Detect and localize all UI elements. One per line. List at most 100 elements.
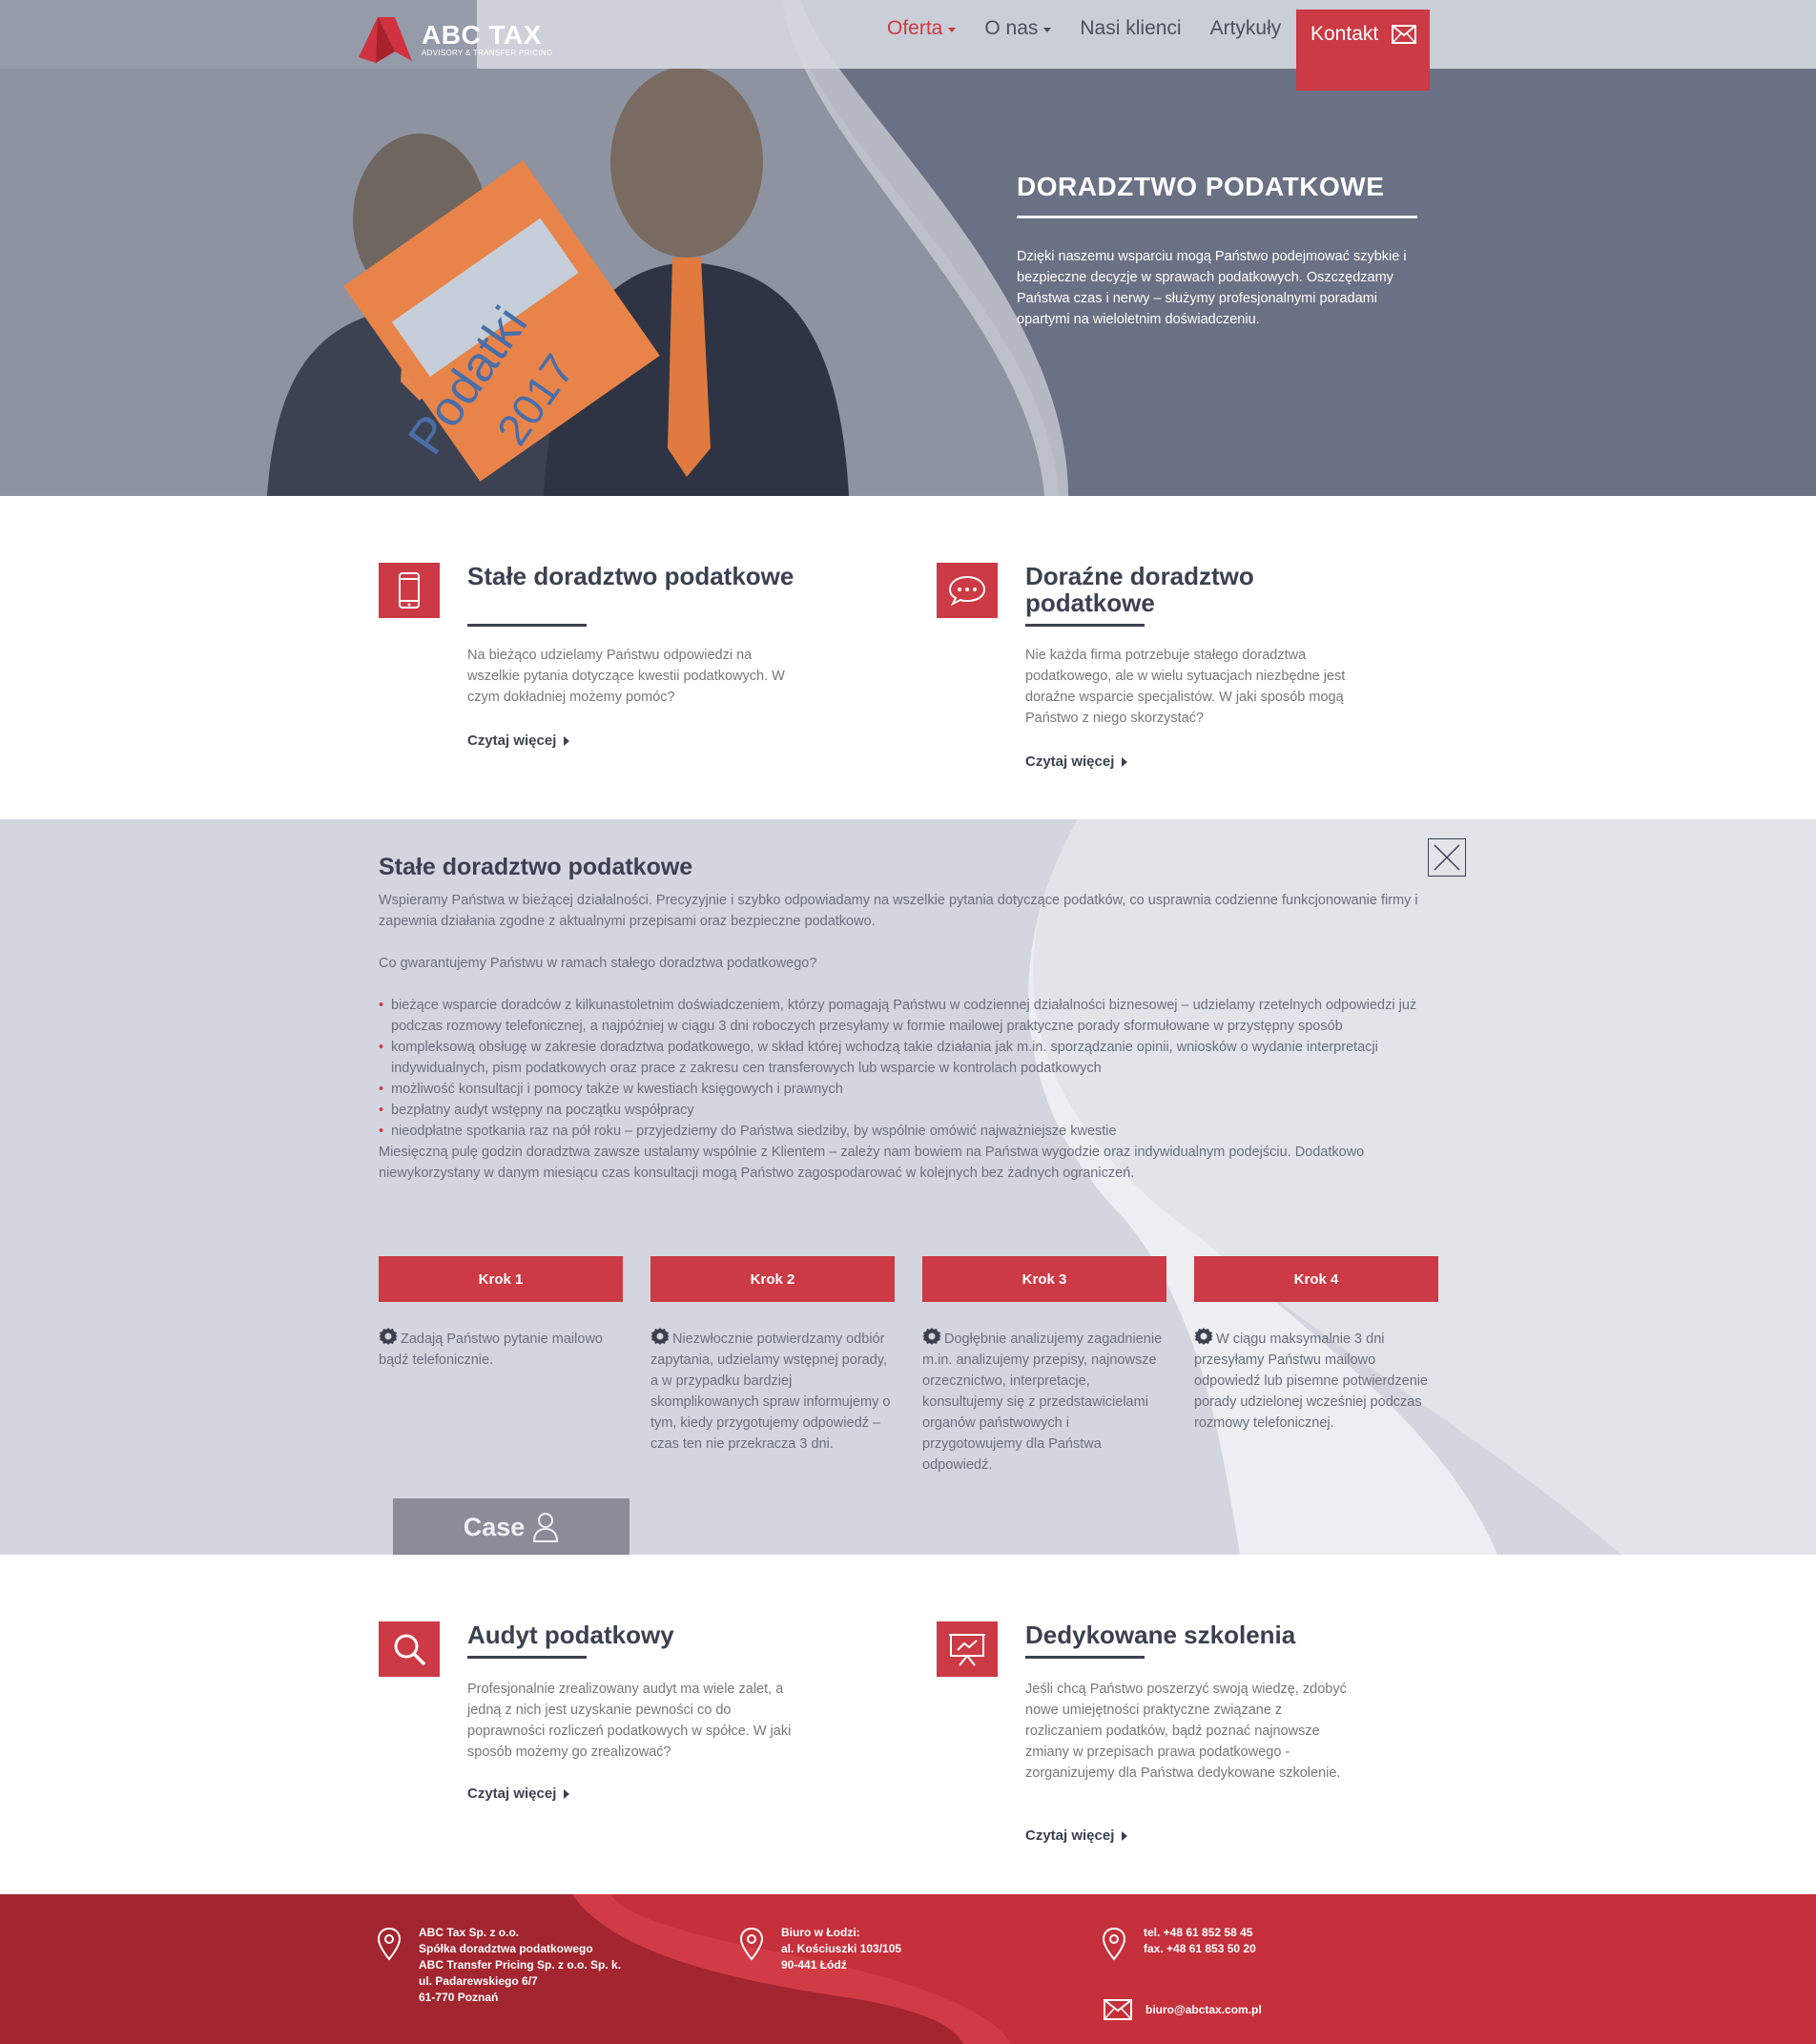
gear-icon: [650, 1328, 670, 1345]
read-more-link[interactable]: Czytaj więcej: [1025, 754, 1128, 770]
arrow-right-icon: [564, 735, 570, 746]
nav-item-label: Nasi klienci: [1080, 17, 1182, 39]
gear-icon: [1194, 1328, 1213, 1345]
nav-item-artykuly[interactable]: Artykuły: [1210, 17, 1282, 40]
chat-bubble-icon: [937, 563, 998, 618]
panel-question: Co gwarantujemy Państwu w ramach stałego…: [379, 956, 817, 971]
company-line: ABC Transfer Pricing Sp. z o.o. Sp. k.: [419, 1958, 622, 1972]
read-more-link[interactable]: Czytaj więcej: [467, 1786, 570, 1802]
nav-item-label: Artykuły: [1209, 17, 1282, 39]
close-icon: [1434, 844, 1460, 871]
menu: Oferta O nas Nasi klienci Artykuły: [887, 17, 1310, 40]
list-item: kompleksową obsługę w zakresie doradztwa…: [379, 1037, 1437, 1079]
read-more-label: Czytaj więcej: [1025, 1827, 1115, 1844]
footer-email[interactable]: biuro@abctax.com.pl: [1104, 1999, 1262, 2020]
hero-description: Dzięki naszemu wsparciu mogą Państwo pod…: [1017, 249, 1407, 327]
chevron-down-icon: [1043, 27, 1052, 32]
panel-title: Stałe doradztwo podatkowe: [379, 854, 693, 880]
service-details-panel: Stałe doradztwo podatkowe Wspieramy Pańs…: [0, 819, 1816, 1555]
hero-title-underline: [1017, 216, 1417, 218]
company-line: Spółka doradztwa podatkowego: [419, 1942, 593, 1955]
step-3: Krok 3 Dogłębnie analizujemy zagadnienie…: [922, 1256, 1166, 1476]
phone-line[interactable]: tel. +48 61 852 58 45: [1144, 1925, 1256, 1941]
list-item: bieżące wsparcie doradców z kilkunastole…: [379, 995, 1437, 1037]
read-more-link[interactable]: Czytaj więcej: [467, 733, 570, 749]
service-title: Stałe doradztwo podatkowe: [467, 562, 794, 590]
company-line: 61-770 Poznań: [419, 1991, 499, 2004]
company-address: ABC Tax Sp. z o.o. Spółka doradztwa poda…: [419, 1925, 621, 2006]
office-line: 90-441 Łódź: [781, 1958, 847, 1972]
hero-photo: Podatki 2017: [0, 0, 1816, 496]
step-1: Krok 1 Zadają Państwo pytanie mailowo bą…: [379, 1256, 623, 1371]
nav-item-label: O nas: [984, 17, 1039, 39]
step-4: Krok 4 W ciągu maksymalnie 3 dni przesył…: [1194, 1256, 1438, 1434]
read-more-label: Czytaj więcej: [467, 1786, 557, 1802]
office-line: al. Kościuszki 103/105: [781, 1942, 902, 1955]
step-description: Niezwłocznie potwierdzamy odbiór zapytan…: [650, 1332, 891, 1452]
list-item: nieodpłatne spotkania raz na pół roku – …: [379, 1121, 1437, 1142]
nav-item-oferta[interactable]: Oferta: [887, 17, 957, 40]
step-header[interactable]: Krok 4: [1194, 1256, 1438, 1302]
phone-icon: [379, 563, 440, 618]
read-more-label: Czytaj więcej: [1025, 754, 1115, 770]
presentation-board-icon: [937, 1621, 998, 1677]
step-description: Dogłębnie analizujemy zagadnienie m.in. …: [922, 1332, 1163, 1473]
step-text: Niezwłocznie potwierdzamy odbiór zapytan…: [650, 1327, 895, 1455]
phone-numbers: tel. +48 61 852 58 45 fax. +48 61 853 50…: [1144, 1925, 1256, 1961]
read-more-label: Czytaj więcej: [467, 733, 557, 749]
close-button[interactable]: [1428, 838, 1466, 877]
arrow-right-icon: [564, 1788, 570, 1799]
magnifier-icon: [379, 1621, 440, 1677]
arrow-right-icon: [1122, 756, 1128, 767]
title-underline: [1025, 1656, 1145, 1659]
read-more-link[interactable]: Czytaj więcej: [1025, 1827, 1128, 1844]
email-address: biuro@abctax.com.pl: [1145, 2002, 1262, 2016]
footer-company: ABC Tax Sp. z o.o. Spółka doradztwa poda…: [377, 1925, 621, 2006]
step-header[interactable]: Krok 2: [650, 1256, 895, 1302]
panel-outro: Miesięczną pulę godzin doradztwa zawsze …: [379, 1145, 1365, 1181]
envelope-icon: [1392, 25, 1417, 44]
step-2: Krok 2 Niezwłocznie potwierdzamy odbiór …: [650, 1256, 895, 1455]
panel-body: Wspieramy Państwa w bieżącej działalnośc…: [379, 890, 1437, 1184]
brand-name: ABC TAX: [422, 20, 542, 50]
contact-button[interactable]: Kontakt: [1296, 10, 1430, 91]
location-pin-icon: [739, 1927, 764, 1961]
nav-item-label: Oferta: [887, 17, 943, 39]
step-description: Zadają Państwo pytanie mailowo bądź tele…: [379, 1332, 603, 1368]
service-title: Dedykowane szkolenia: [1025, 1621, 1296, 1649]
footer-background-shape: [0, 1894, 1011, 2044]
main-nav: ABC TAX ADVISORY & TRANSFER PRICING Ofer…: [0, 0, 1816, 91]
service-card-audyt: Audyt podatkowy Profesjonalnie zrealizow…: [379, 1621, 856, 1812]
case-label: Case: [463, 1512, 526, 1541]
company-line: ABC Tax Sp. z o.o.: [419, 1926, 520, 1939]
service-card-szkolenia: Dedykowane szkolenia Jeśli chcą Państwo …: [937, 1621, 1414, 1850]
step-header[interactable]: Krok 3: [922, 1256, 1166, 1302]
step-text: Zadają Państwo pytanie mailowo bądź tele…: [379, 1327, 623, 1371]
office-line: Biuro w Łodzi:: [781, 1926, 860, 1939]
gear-icon: [922, 1328, 941, 1345]
list-item: możliwość konsultacji i pomocy także w k…: [379, 1079, 1437, 1100]
arrow-right-icon: [1122, 1830, 1128, 1841]
location-pin-icon: [377, 1927, 402, 1961]
fax-line: fax. +48 61 853 50 20: [1144, 1942, 1256, 1955]
envelope-icon: [1104, 1999, 1132, 2020]
nav-item-nasi-klienci[interactable]: Nasi klienci: [1080, 17, 1181, 40]
list-item: bezpłatny audyt wstępny na początku wspó…: [379, 1100, 1437, 1121]
nav-item-o-nas[interactable]: O nas: [984, 17, 1052, 40]
service-description: Profesjonalnie zrealizowany audyt ma wie…: [467, 1682, 792, 1760]
title-underline: [467, 624, 587, 627]
office-address: Biuro w Łodzi: al. Kościuszki 103/105 90…: [781, 1925, 901, 1973]
service-card-dorazne-doradztwo: Doraźne doradztwo podatkowe Nie każda fi…: [937, 563, 1414, 782]
title-underline: [1025, 624, 1145, 627]
step-header[interactable]: Krok 1: [379, 1256, 623, 1302]
hero-title: DORADZTWO PODATKOWE: [1017, 172, 1385, 201]
case-button[interactable]: Case: [393, 1498, 629, 1555]
contact-label: Kontakt: [1310, 23, 1379, 45]
gear-icon: [379, 1328, 398, 1345]
logo[interactable]: ABC TAX ADVISORY & TRANSFER PRICING: [357, 13, 552, 67]
user-icon: [533, 1513, 559, 1542]
hero-banner: Podatki 2017 ABC TAX ADVISORY & TRANSFER…: [0, 0, 1816, 496]
location-pin-icon: [1102, 1927, 1126, 1961]
service-title: Doraźne doradztwo podatkowe: [1025, 562, 1254, 617]
service-description: Jeśli chcą Państwo poszerzyć swoją wiedz…: [1025, 1682, 1347, 1781]
